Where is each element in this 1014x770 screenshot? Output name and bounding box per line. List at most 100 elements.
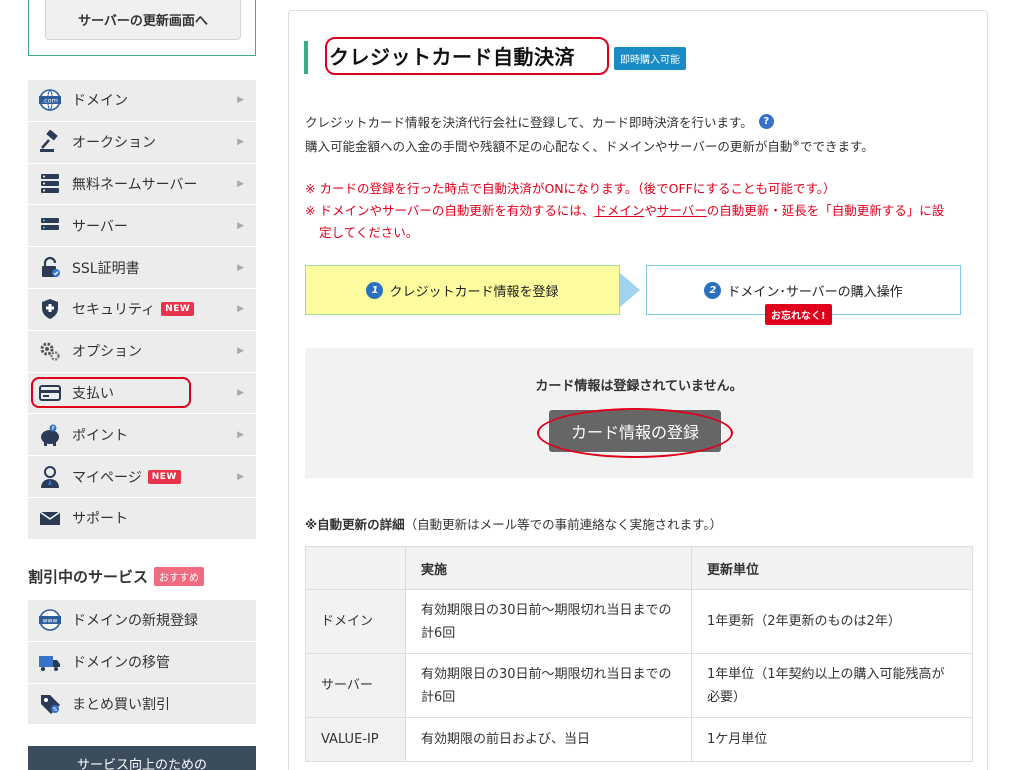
sidebar-item-label: まとめ買い割引 xyxy=(72,696,170,713)
notes: ※ カードの登録を行った時点で自動決済がONになります。（後でOFFにすることも… xyxy=(305,178,977,244)
title-accent-bar xyxy=(304,41,308,74)
step-label: ドメイン･サーバーの購入操作 xyxy=(727,284,903,300)
sidebar-item-label: ドメイン xyxy=(72,93,128,110)
discount-menu: www ドメインの新規登録 ドメインの移管 % まとめ買い割引 xyxy=(28,600,256,726)
sidebar-item-bulk-discount[interactable]: % まとめ買い割引 xyxy=(28,683,256,726)
chevron-right-icon: ▶ xyxy=(237,137,244,148)
sidebar-item-domain[interactable]: .com ドメイン ▶ xyxy=(28,80,256,122)
mail-icon xyxy=(38,506,62,530)
table-header: 実施 xyxy=(405,546,692,590)
server-link[interactable]: サーバー xyxy=(657,203,707,218)
chevron-right-icon: ▶ xyxy=(237,429,244,440)
shield-icon xyxy=(38,297,62,321)
description-line-1: クレジットカード情報を決済代行会社に登録して、カード即時決済を行います。 ? xyxy=(305,112,774,131)
detail-title-rest: （自動更新はメール等での事前連絡なく実施されます。） xyxy=(404,517,723,532)
table-cell: ドメイン xyxy=(305,589,406,654)
instant-purchase-badge: 即時購入可能 xyxy=(614,47,686,70)
sidebar-item-ssl[interactable]: SSL証明書 ▶ xyxy=(28,247,256,289)
dotcom-icon: .com xyxy=(38,88,62,112)
new-badge: NEW xyxy=(147,469,181,484)
sidebar-item-mypage[interactable]: マイページ NEW ▶ xyxy=(28,456,256,498)
truck-icon xyxy=(38,650,62,674)
sidebar-menu: .com ドメイン ▶ オークション ▶ 無料ネームサーバー ▶ サーバー ▶ xyxy=(28,80,256,540)
ssl-lock-icon xyxy=(38,256,62,280)
description-text: クレジットカード情報を決済代行会社に登録して、カード即時決済を行います。 xyxy=(305,115,753,130)
table-header: 更新単位 xyxy=(691,546,973,590)
sidebar-item-payment[interactable]: 支払い ▶ xyxy=(28,372,256,415)
table-cell: 有効期限の前日および、当日 xyxy=(405,717,692,762)
sidebar-item-domain-transfer[interactable]: ドメインの移管 xyxy=(28,641,256,684)
sidebar-item-option[interactable]: オプション ▶ xyxy=(28,330,256,373)
note-text: や xyxy=(644,203,657,218)
server-update-button[interactable]: サーバーの更新画面へ xyxy=(45,0,241,40)
svg-text:.com: .com xyxy=(42,97,58,105)
register-card-button[interactable]: カード情報の登録 xyxy=(549,410,721,452)
chevron-right-icon: ▶ xyxy=(237,262,244,273)
sidebar: サーバーの更新画面へ .com ドメイン ▶ オークション ▶ 無料ネームサーバ… xyxy=(28,0,256,770)
user-icon xyxy=(38,465,62,489)
recommend-badge: おすすめ xyxy=(154,567,205,586)
step-arrow-icon xyxy=(620,273,640,307)
note-auto-renew: ※ ドメインやサーバーの自動更新を有効するには、ドメインやサーバーの自動更新・延… xyxy=(305,200,977,222)
tag-icon: % xyxy=(38,692,62,716)
sidebar-item-label: 無料ネームサーバー xyxy=(72,176,198,193)
sidebar-item-label: 支払い xyxy=(72,385,114,402)
table-row: VALUE-IP 有効期限の前日および、当日 1ケ月単位 xyxy=(305,717,973,762)
footnote-mark: ※ xyxy=(792,138,800,149)
table-cell: サーバー xyxy=(305,653,406,718)
main-content: クレジットカード自動決済 即時購入可能 クレジットカード情報を決済代行会社に登録… xyxy=(288,10,988,770)
page-title: クレジットカード自動決済 xyxy=(329,45,575,69)
sidebar-item-label: オプション xyxy=(72,344,142,361)
chevron-right-icon: ▶ xyxy=(237,304,244,315)
card-status-message: カード情報は登録されていません。 xyxy=(535,379,743,394)
sidebar-item-security[interactable]: セキュリティ NEW ▶ xyxy=(28,288,256,331)
auto-renew-table: 実施 更新単位 ドメイン 有効期限日の30日前～期限切れ当日までの計6回 1年更… xyxy=(305,546,973,762)
domain-link[interactable]: ドメイン xyxy=(594,203,644,218)
detail-title-bold: ※自動更新の詳細 xyxy=(305,517,405,532)
piggy-bank-icon: P xyxy=(38,423,62,447)
svg-text:%: % xyxy=(53,707,58,713)
sidebar-item-label: オークション xyxy=(72,135,156,152)
chevron-right-icon: ▶ xyxy=(237,95,244,106)
sidebar-item-free-nameserver[interactable]: 無料ネームサーバー ▶ xyxy=(28,163,256,206)
table-cell: 有効期限日の30日前～期限切れ当日までの計6回 xyxy=(405,589,692,654)
table-header xyxy=(305,546,406,590)
sidebar-item-label: ポイント xyxy=(72,427,128,444)
table-cell: 1ケ月単位 xyxy=(691,717,973,762)
table-header-row: 実施 更新単位 xyxy=(305,546,973,590)
description-text: でできます。 xyxy=(799,139,874,154)
step-register-card: 1 クレジットカード情報を登録 xyxy=(305,265,620,315)
server-stack-icon xyxy=(38,172,62,196)
sidebar-item-label: サーバー xyxy=(72,218,128,235)
note-text: の自動更新・延長を「自動更新する」に設 xyxy=(706,203,945,218)
chevron-right-icon: ▶ xyxy=(237,387,244,398)
gears-icon xyxy=(38,339,62,363)
sidebar-item-new-domain[interactable]: www ドメインの新規登録 xyxy=(28,600,256,642)
sidebar-item-point[interactable]: P ポイント ▶ xyxy=(28,414,256,457)
sidebar-item-label: セキュリティ xyxy=(72,302,156,319)
survey-banner[interactable]: サービス向上のための xyxy=(28,746,256,770)
chevron-right-icon: ▶ xyxy=(237,220,244,231)
svg-text:www: www xyxy=(43,618,58,625)
card-icon xyxy=(38,381,62,405)
discount-title-text: 割引中のサービス xyxy=(28,568,149,586)
step-number: 2 xyxy=(704,281,722,299)
table-cell: VALUE-IP xyxy=(305,717,406,762)
chevron-right-icon: ▶ xyxy=(237,346,244,357)
table-cell: 1年単位（1年契約以上の購入可能残高が必要） xyxy=(691,653,973,718)
chevron-right-icon: ▶ xyxy=(237,178,244,189)
gavel-icon xyxy=(38,130,62,154)
table-row: ドメイン 有効期限日の30日前～期限切れ当日までの計6回 1年更新（2年更新のも… xyxy=(305,589,973,654)
discount-section-title: 割引中のサービス おすすめ xyxy=(28,566,205,587)
chevron-right-icon: ▶ xyxy=(237,471,244,482)
note-auto-renew-cont: 定してください。 xyxy=(319,225,419,240)
card-status-panel: カード情報は登録されていません。 カード情報の登録 xyxy=(305,348,973,478)
note-auto-payment: ※ カードの登録を行った時点で自動決済がONになります。（後でOFFにすることも… xyxy=(305,181,836,196)
sidebar-item-auction[interactable]: オークション ▶ xyxy=(28,121,256,164)
sidebar-item-server[interactable]: サーバー ▶ xyxy=(28,205,256,248)
new-badge: NEW xyxy=(161,302,195,317)
help-icon[interactable]: ? xyxy=(758,114,774,129)
svg-text:P: P xyxy=(51,426,54,432)
sidebar-item-support[interactable]: サポート xyxy=(28,497,256,540)
www-icon: www xyxy=(38,608,62,632)
